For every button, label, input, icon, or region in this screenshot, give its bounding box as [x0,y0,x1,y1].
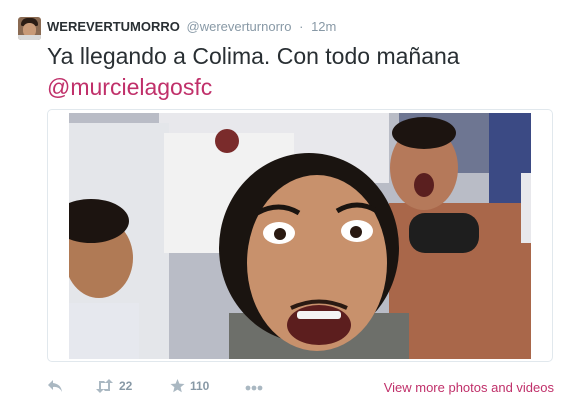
user-fullname[interactable]: WEREVERTUMORRO [47,19,180,34]
tweet-text: Ya llegando a Colima. Con todo mañana @m… [47,41,567,103]
media-card[interactable] [47,109,553,362]
more-dots-icon [245,385,263,391]
tweet-header: WEREVERTUMORRO @wereverturnorro · 12m [47,19,336,35]
mention-link[interactable]: @murcielagosfc [47,72,567,103]
header-separator: · [299,19,304,34]
favorite-count: 110 [190,379,210,393]
retweet-button[interactable]: 22 [95,379,132,393]
retweet-icon [96,379,113,393]
view-more-photos-link[interactable]: View more photos and videos [384,380,554,395]
reply-icon [48,380,62,392]
favorite-button[interactable]: 110 [170,379,209,393]
selfie-photo-image [69,113,531,359]
tweet-text-body: Ya llegando a Colima. Con todo mañana [47,43,460,69]
tweet-timestamp[interactable]: 12m [311,19,336,34]
reply-button[interactable] [47,379,63,393]
user-handle[interactable]: @wereverturnorro [187,19,292,34]
avatar[interactable] [18,17,41,40]
retweet-count: 22 [119,379,133,393]
tweet: WEREVERTUMORRO @wereverturnorro · 12m Ya… [0,0,580,413]
star-icon [170,379,185,393]
more-button[interactable] [245,385,263,391]
tweet-photo[interactable] [69,113,531,359]
tweet-actions: 22 110 View more photos and videos [47,376,554,402]
